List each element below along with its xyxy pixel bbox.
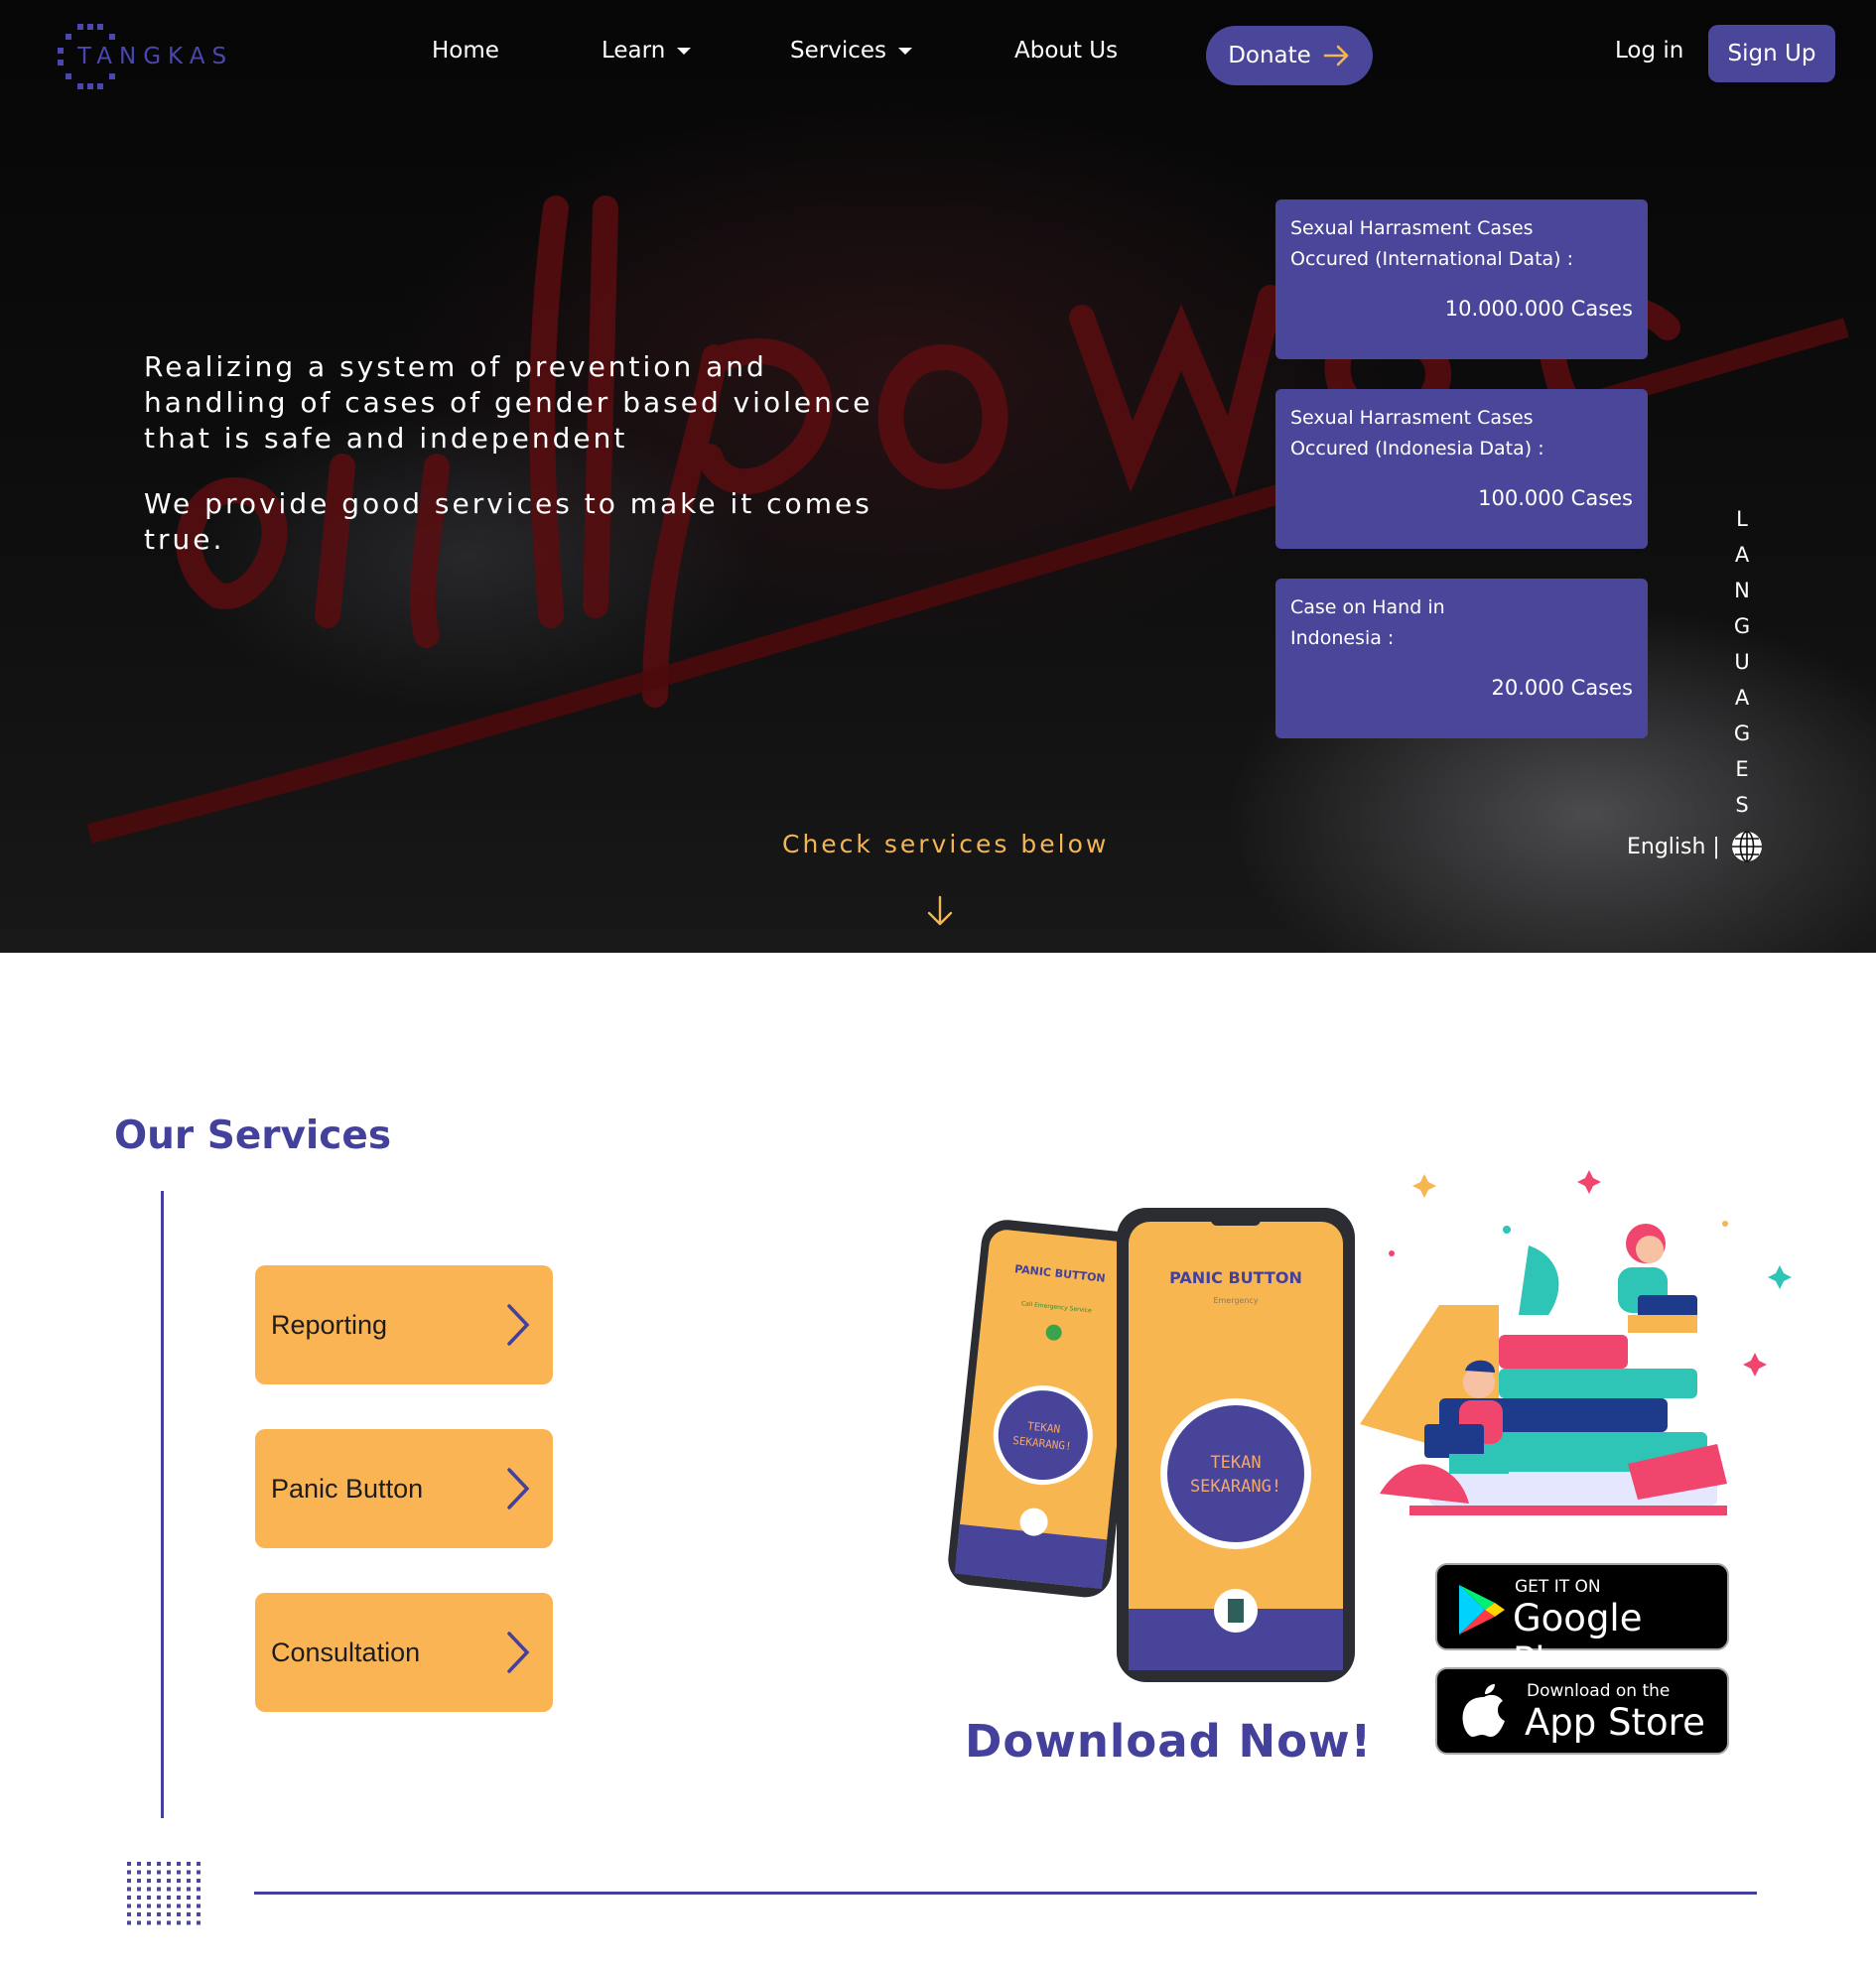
service-label: Panic Button [271,1473,424,1504]
app-store-badge[interactable]: Download on the App Store [1435,1667,1729,1755]
nav-home-label: Home [432,38,499,64]
svg-text:Emergency: Emergency [1213,1296,1258,1305]
service-label: Consultation [271,1637,421,1667]
language-letter: U [1734,650,1750,674]
service-consultation-button[interactable]: Consultation [255,1593,553,1712]
arrow-down-icon[interactable] [925,895,955,927]
stat-card-indonesia: Sexual Harrasment Cases Occured (Indones… [1275,389,1648,549]
stat-label: Sexual Harrasment Cases Occured (Interna… [1290,217,1574,270]
stat-value: 100.000 Cases [1478,486,1633,510]
stat-card-on-hand: Case on Hand in Indonesia : 20.000 Cases [1275,579,1648,738]
stat-label: Sexual Harrasment Cases Occured (Indones… [1290,407,1544,459]
services-title: Our Services [114,1114,392,1158]
top-navbar: TANGKAS Home Learn Services About Us Don… [0,0,1876,111]
hero-headline: Realizing a system of prevention and han… [144,350,873,455]
caret-down-icon [898,47,912,55]
nav-about-link[interactable]: About Us [1014,38,1118,64]
chevron-right-icon [507,1304,530,1346]
globe-icon [1731,831,1762,862]
phone-right-mockup: PANIC BUTTON Emergency TEKAN SEKARANG! [1117,1208,1355,1682]
language-selector[interactable]: English | [1627,830,1764,863]
nav-about-label: About Us [1014,38,1119,64]
section-divider-line [254,1892,1757,1895]
books-stack [1360,1246,1727,1515]
caret-down-icon [677,47,692,55]
language-letter: E [1735,757,1749,781]
app-store-big-text: App Store [1525,1701,1705,1744]
language-letter: G [1733,614,1751,638]
stat-card-international: Sexual Harrasment Cases Occured (Interna… [1275,199,1648,359]
service-panic-button[interactable]: Panic Button [255,1429,553,1548]
login-link[interactable]: Log in [1615,38,1683,64]
stat-label: Case on Hand in Indonesia : [1290,596,1445,649]
service-reporting-button[interactable]: Reporting [255,1265,553,1384]
svg-text:SEKARANG!: SEKARANG! [1190,1477,1281,1497]
stat-value: 20.000 Cases [1491,676,1634,700]
app-store-small-text: Download on the [1527,1681,1671,1701]
language-letter: L [1736,507,1748,531]
svg-text:PANIC BUTTON: PANIC BUTTON [1169,1268,1302,1287]
language-letter: A [1734,686,1750,710]
google-play-badge[interactable]: GET IT ON Google Play [1435,1563,1729,1682]
dot-grid-decoration [127,1862,201,1925]
signup-button[interactable]: Sign Up [1708,25,1835,82]
tangkas-logo[interactable]: TANGKAS [56,22,234,91]
services-divider-line [161,1191,164,1818]
google-play-icon [1459,1585,1505,1635]
language-letter: G [1733,721,1751,745]
chevron-right-icon [507,1632,530,1673]
nav-services-label: Services [790,38,886,64]
chevron-right-icon [507,1468,530,1509]
google-play-small-text: GET IT ON [1515,1577,1601,1597]
donate-label: Donate [1228,43,1311,68]
nav-home-link[interactable]: Home [432,38,499,64]
stat-value: 10.000.000 Cases [1444,297,1633,321]
service-label: Reporting [271,1309,388,1340]
current-language: English | [1627,834,1720,859]
language-letter: N [1734,579,1750,602]
apple-icon [1462,1684,1505,1737]
nav-learn-label: Learn [602,38,666,64]
logo-text: TANGKAS [77,44,234,69]
arrow-right-icon [1323,45,1349,66]
nav-learn-dropdown[interactable]: Learn [602,38,692,64]
check-services-link[interactable]: Check services below [782,830,1109,858]
languages-vertical-label: L A N G U A G E S [1727,501,1757,823]
language-letter: S [1735,793,1749,817]
hero-section: TANGKAS Home Learn Services About Us Don… [0,0,1876,953]
language-letter: A [1734,543,1750,567]
hero-text: Realizing a system of prevention and han… [144,349,886,588]
download-now-heading: Download Now! [965,1715,1373,1768]
donate-button[interactable]: Donate [1206,26,1373,85]
svg-text:TEKAN: TEKAN [1210,1453,1261,1473]
nav-services-dropdown[interactable]: Services [790,38,912,64]
hero-subline: We provide good services to make it come… [144,487,872,556]
